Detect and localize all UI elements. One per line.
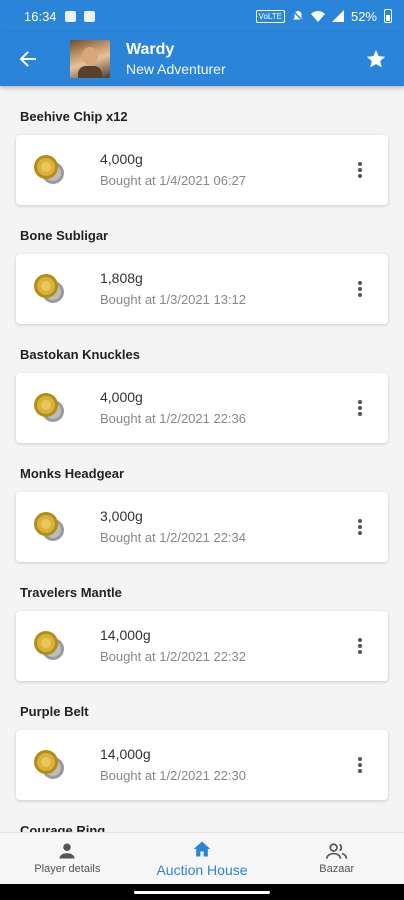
purchase-list[interactable]: Beehive Chip x12 4,000g Bought at 1/4/20…: [0, 86, 404, 832]
price: 14,000g: [100, 627, 151, 643]
purchase-card[interactable]: 3,000g Bought at 1/2/2021 22:34: [16, 492, 388, 562]
gil-coins-icon: [32, 271, 68, 307]
gil-coins-icon: [32, 390, 68, 426]
gil-coins-icon: [32, 152, 68, 188]
price: 3,000g: [100, 508, 143, 524]
nav-auction-house[interactable]: Auction House: [135, 833, 270, 884]
more-options-button[interactable]: [346, 269, 374, 309]
more-vert-icon: [358, 400, 362, 416]
app-bar: Wardy New Adventurer: [0, 32, 404, 86]
back-button[interactable]: [0, 32, 56, 86]
list-item: Monks Headgear 3,000g Bought at 1/2/2021…: [0, 443, 404, 562]
status-time: 16:34: [24, 8, 57, 24]
home-gesture-handle[interactable]: [134, 891, 270, 894]
volte-icon: VoLTE: [255, 9, 285, 23]
price: 14,000g: [100, 746, 151, 762]
item-name: Bone Subligar: [20, 228, 109, 243]
more-options-button[interactable]: [346, 745, 374, 785]
image-icon: [83, 10, 95, 22]
item-name: Bastokan Knuckles: [20, 347, 140, 362]
item-name: Beehive Chip x12: [20, 109, 128, 124]
arrow-left-icon: [19, 51, 36, 67]
avatar: [70, 40, 110, 78]
more-vert-icon: [358, 519, 362, 535]
purchase-card[interactable]: 14,000g Bought at 1/2/2021 22:32: [16, 611, 388, 681]
mute-bell-icon: [292, 10, 304, 22]
people-icon: [325, 843, 347, 859]
nav-bazaar[interactable]: Bazaar: [269, 833, 404, 884]
bought-date: Bought at 1/2/2021 22:34: [100, 530, 247, 545]
more-vert-icon: [358, 281, 362, 297]
gil-coins-icon: [32, 628, 68, 664]
item-name: Monks Headgear: [20, 466, 125, 481]
battery-percent: 52%: [350, 8, 377, 24]
more-options-button[interactable]: [346, 626, 374, 666]
list-item: Bone Subligar 1,808g Bought at 1/3/2021 …: [0, 205, 404, 324]
gesture-bar: [0, 884, 404, 900]
list-item: Beehive Chip x12 4,000g Bought at 1/4/20…: [0, 86, 404, 205]
title-block: Wardy New Adventurer: [126, 40, 226, 78]
price: 4,000g: [100, 389, 143, 405]
home-icon: [193, 841, 211, 857]
item-name: Travelers Mantle: [20, 585, 122, 600]
price: 1,808g: [100, 270, 143, 286]
purchase-card[interactable]: 14,000g Bought at 1/2/2021 22:30: [16, 730, 388, 800]
more-options-button[interactable]: [346, 388, 374, 428]
bought-date: Bought at 1/4/2021 06:27: [100, 173, 247, 188]
player-subtitle: New Adventurer: [126, 61, 226, 77]
bought-date: Bought at 1/2/2021 22:32: [100, 649, 247, 664]
gil-coins-icon: [32, 509, 68, 545]
person-icon: [59, 843, 75, 859]
purchase-card[interactable]: 4,000g Bought at 1/4/2021 06:27: [16, 135, 388, 205]
nav-label: Bazaar: [319, 863, 355, 875]
battery-icon: [384, 9, 392, 23]
more-vert-icon: [358, 162, 362, 178]
bought-date: Bought at 1/2/2021 22:36: [100, 411, 247, 426]
more-vert-icon: [358, 638, 362, 654]
item-name: Courage Ring: [20, 823, 106, 832]
price: 4,000g: [100, 151, 143, 167]
wifi-icon: [310, 10, 325, 22]
nav-player-details[interactable]: Player details: [0, 833, 135, 884]
nav-label: Player details: [34, 863, 101, 875]
list-item: Travelers Mantle 14,000g Bought at 1/2/2…: [0, 562, 404, 681]
player-name: Wardy: [126, 41, 175, 58]
notification-icon: [64, 10, 76, 22]
bought-date: Bought at 1/2/2021 22:30: [100, 768, 247, 783]
more-options-button[interactable]: [346, 507, 374, 547]
bought-date: Bought at 1/3/2021 13:12: [100, 292, 247, 307]
bottom-nav: Player details Auction House Bazaar: [0, 832, 404, 884]
signal-icon: [331, 10, 344, 22]
more-options-button[interactable]: [346, 150, 374, 190]
nav-label: Auction House: [156, 862, 248, 878]
status-bar: 16:34 VoLTE 52%: [0, 0, 404, 32]
gil-coins-icon: [32, 747, 68, 783]
list-item: Purple Belt 14,000g Bought at 1/2/2021 2…: [0, 681, 404, 800]
list-item: Bastokan Knuckles 4,000g Bought at 1/2/2…: [0, 324, 404, 443]
purchase-card[interactable]: 1,808g Bought at 1/3/2021 13:12: [16, 254, 388, 324]
item-name: Purple Belt: [20, 704, 89, 719]
list-item: Courage Ring: [0, 800, 404, 832]
favorite-button[interactable]: [348, 32, 404, 86]
purchase-card[interactable]: 4,000g Bought at 1/2/2021 22:36: [16, 373, 388, 443]
more-vert-icon: [358, 757, 362, 773]
star-icon: [366, 49, 386, 68]
